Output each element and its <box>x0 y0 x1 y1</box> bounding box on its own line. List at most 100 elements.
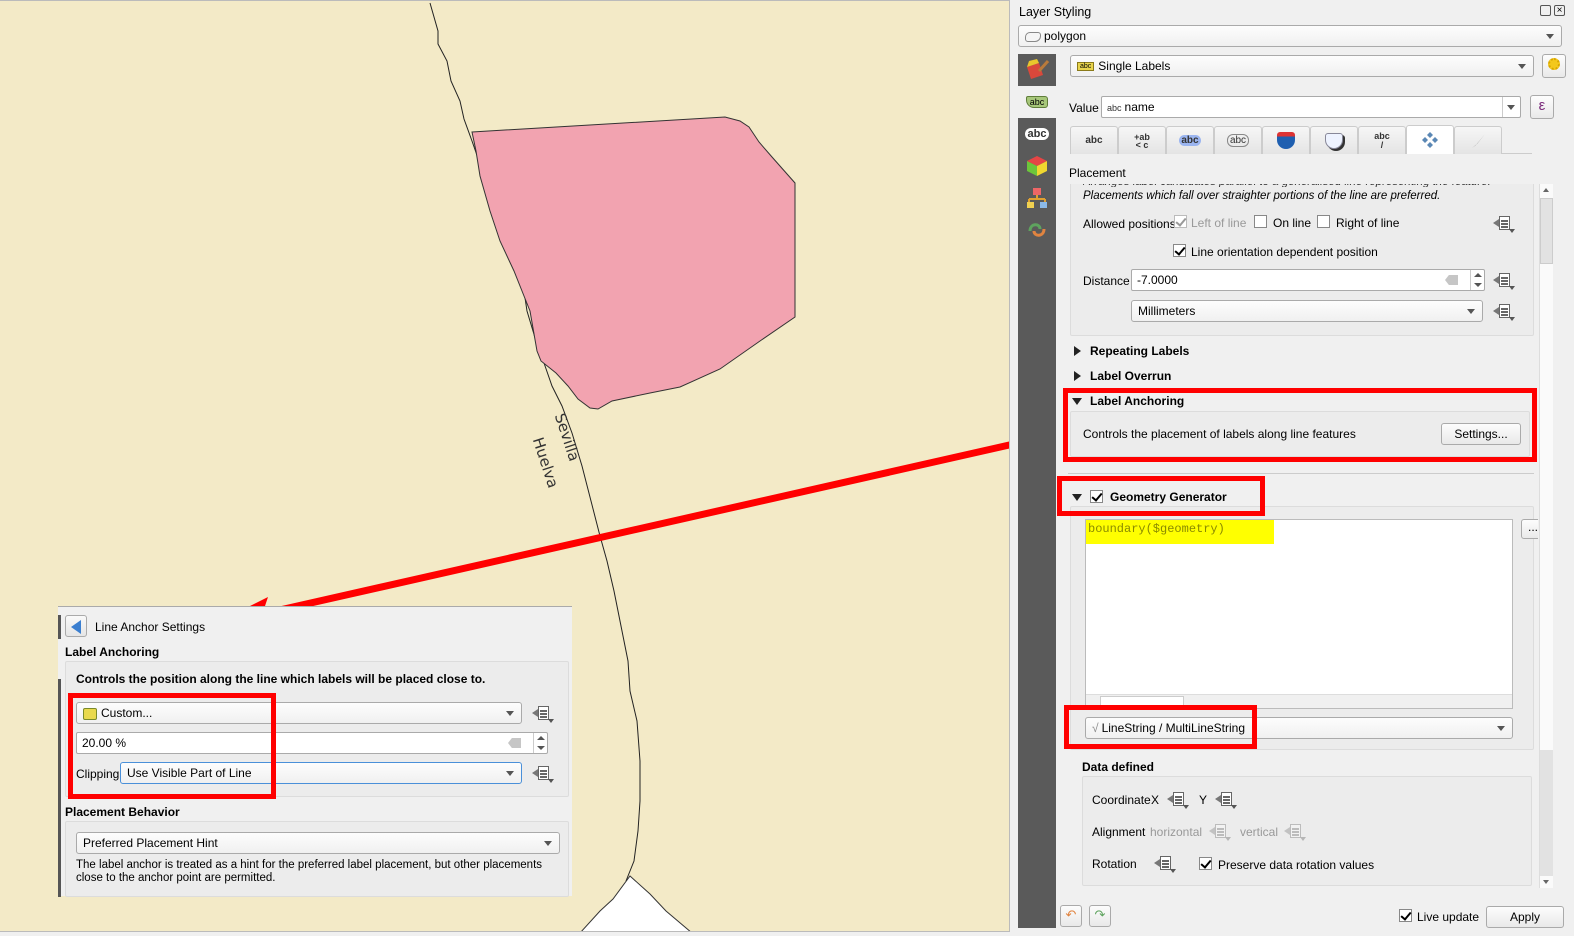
vertical-scrollbar[interactable] <box>1539 184 1553 888</box>
horizontal-scrollbar[interactable] <box>1086 694 1512 708</box>
diagrams-icon <box>1027 188 1047 208</box>
back-button[interactable] <box>65 615 87 637</box>
anchor-mode-select[interactable]: Custom... <box>76 702 522 724</box>
tab-shadow[interactable] <box>1310 126 1358 154</box>
data-defined-override-button[interactable] <box>532 705 554 723</box>
clipping-label: Clipping <box>76 767 120 781</box>
tab-mask[interactable]: abc <box>1214 126 1262 154</box>
label-overrun-section[interactable]: Label Overrun <box>1090 369 1171 383</box>
repeating-labels-section[interactable]: Repeating Labels <box>1090 344 1189 358</box>
spin-buttons[interactable] <box>533 733 547 753</box>
on-line-label: On line <box>1273 216 1312 230</box>
alignment-vertical-override-button[interactable] <box>1284 823 1306 841</box>
label-anchoring-section[interactable]: Label Anchoring <box>1090 394 1184 408</box>
close-icon[interactable]: × <box>1554 5 1565 16</box>
tab-rendering[interactable] <box>1454 126 1502 154</box>
tab-formatting[interactable]: +ab < c <box>1118 126 1166 154</box>
clear-icon[interactable] <box>508 738 521 748</box>
custom-anchor-icon <box>83 707 97 720</box>
tab-buffer[interactable]: abc <box>1166 126 1214 154</box>
expression-builder-button[interactable]: ... <box>1521 519 1538 539</box>
coordinate-x-label: X <box>1151 793 1160 807</box>
clear-icon[interactable] <box>1445 275 1458 285</box>
collapse-icon[interactable] <box>1072 398 1082 405</box>
undo-button[interactable]: ↶ <box>1060 905 1082 927</box>
data-defined-override-button[interactable] <box>1493 303 1515 321</box>
distance-label: Distance <box>1083 274 1130 288</box>
clipping-select[interactable]: Use Visible Part of Line <box>120 762 522 784</box>
scrollbar-track <box>1540 750 1553 876</box>
expand-icon[interactable] <box>1074 371 1081 381</box>
coordinate-x-override-button[interactable] <box>1167 791 1189 809</box>
layer-select[interactable]: polygon <box>1018 25 1562 47</box>
live-update-checkbox[interactable] <box>1399 909 1412 922</box>
value-field-select[interactable]: abc name <box>1101 96 1521 118</box>
masks-tab[interactable]: abc <box>1018 118 1056 150</box>
labels-tab[interactable]: abc <box>1018 86 1056 118</box>
live-update-label: Live update <box>1417 910 1480 924</box>
renderer-select[interactable]: abc Single Labels <box>1070 55 1534 77</box>
divider <box>1068 473 1534 474</box>
rotation-override-button[interactable] <box>1154 855 1176 873</box>
scrollbar-thumb[interactable] <box>1540 198 1553 264</box>
rule-settings-button[interactable] <box>1542 54 1566 78</box>
distance-units-select[interactable]: Millimeters <box>1131 300 1483 322</box>
anchoring-settings-button[interactable]: Settings... <box>1441 423 1521 445</box>
data-defined-override-button[interactable] <box>1493 272 1515 290</box>
tab-background[interactable] <box>1262 126 1310 154</box>
on-line-checkbox[interactable] <box>1254 215 1267 228</box>
history-tab[interactable] <box>1018 214 1056 246</box>
mask-icon: abc <box>1226 134 1250 147</box>
tab-callouts[interactable]: abc / <box>1358 126 1406 154</box>
scrollbar-thumb[interactable] <box>1100 696 1184 707</box>
float-icon[interactable] <box>1540 5 1551 16</box>
line-orientation-checkbox[interactable] <box>1173 244 1186 257</box>
scroll-up-icon[interactable] <box>1543 188 1549 192</box>
shadow-icon <box>1325 132 1343 149</box>
polygon-feature[interactable] <box>471 116 796 410</box>
anchor-percent-input[interactable]: 20.00 % <box>76 732 548 754</box>
redo-button[interactable]: ↷ <box>1089 905 1111 927</box>
coordinate-y-override-button[interactable] <box>1215 791 1237 809</box>
diagrams-tab[interactable] <box>1018 182 1056 214</box>
tab-text[interactable]: abc <box>1070 126 1118 154</box>
spin-buttons[interactable] <box>1470 270 1484 290</box>
3d-view-tab[interactable] <box>1018 150 1056 182</box>
preserve-rotation-checkbox[interactable] <box>1199 857 1212 870</box>
undo-icon: ↶ <box>1065 907 1077 922</box>
geometry-type-select[interactable]: √ LineString / MultiLineString <box>1085 717 1513 739</box>
placement-behavior-heading: Placement Behavior <box>65 805 180 819</box>
chevron-down-icon <box>1518 64 1526 69</box>
distance-input[interactable]: -7.0000 <box>1131 269 1485 291</box>
line-orientation-label: Line orientation dependent position <box>1191 245 1378 259</box>
label-anchoring-group: Controls the placement of labels along l… <box>1070 411 1530 457</box>
alignment-horizontal-override-button[interactable] <box>1209 823 1231 841</box>
collapse-icon[interactable] <box>1072 494 1082 501</box>
dropdown-arrow <box>1507 105 1515 110</box>
symbology-tab[interactable] <box>1018 54 1056 86</box>
geometry-generator-section[interactable]: Geometry Generator <box>1110 490 1227 504</box>
expression-editor[interactable]: boundary($geometry) <box>1085 519 1513 709</box>
placement-icon <box>1422 132 1438 148</box>
placement-heading: Placement <box>1069 166 1126 180</box>
scroll-down-icon[interactable] <box>1543 880 1549 884</box>
labels-icon: abc <box>1025 96 1049 108</box>
anchoring-description: Controls the position along the line whi… <box>76 672 486 686</box>
expression-button[interactable]: ε <box>1530 95 1554 119</box>
data-defined-override-button[interactable] <box>1493 215 1515 233</box>
geometry-generator-checkbox[interactable] <box>1090 490 1103 503</box>
expand-icon[interactable] <box>1074 346 1081 356</box>
panel-edge <box>58 615 61 639</box>
right-of-line-checkbox[interactable] <box>1317 215 1330 228</box>
polygon-layer-icon <box>1025 31 1041 42</box>
apply-button[interactable]: Apply <box>1486 906 1564 928</box>
placement-behavior-select[interactable]: Preferred Placement Hint <box>76 832 560 854</box>
left-of-line-checkbox[interactable] <box>1174 215 1187 228</box>
dock-title: Layer Styling <box>1019 5 1092 19</box>
settings-scroll-area[interactable]: Arranges label candidates parallel to a … <box>1068 184 1538 888</box>
annotation-arrow-line <box>239 441 1009 623</box>
data-defined-group: Coordinate X Y Alignment horizontal vert… <box>1082 776 1532 886</box>
tab-placement[interactable] <box>1406 125 1454 154</box>
placement-desc: Placements which fall over straighter po… <box>1083 190 1441 202</box>
data-defined-override-button[interactable] <box>532 765 554 783</box>
